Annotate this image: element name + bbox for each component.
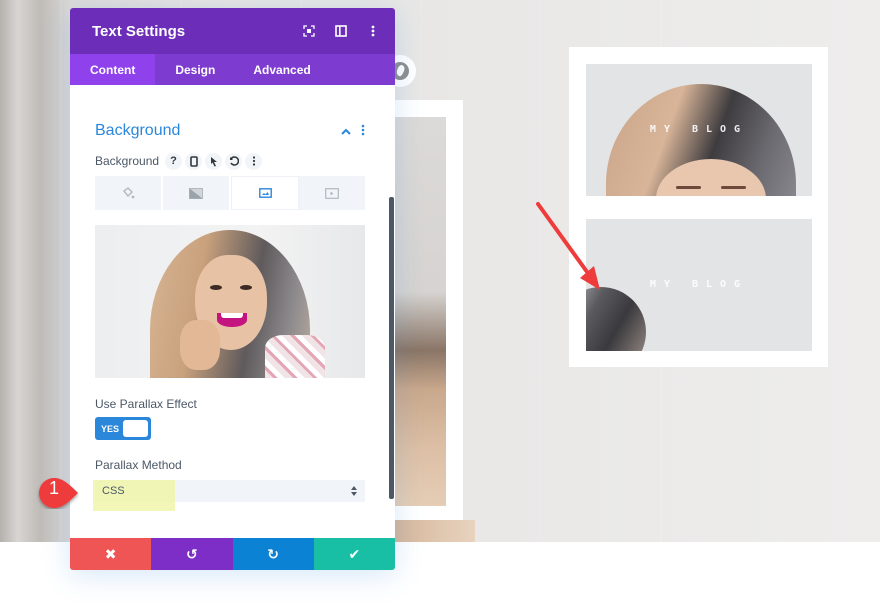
focus-icon[interactable] xyxy=(301,23,317,39)
reset-icon[interactable] xyxy=(225,152,243,170)
background-image-preview[interactable] xyxy=(95,225,365,378)
field-label: Background xyxy=(95,154,160,168)
blog-card: MY BLOG xyxy=(586,219,812,351)
image-icon xyxy=(258,188,272,198)
tab-content[interactable]: Content xyxy=(70,54,156,85)
more-vertical-icon[interactable] xyxy=(365,23,381,39)
preview-teeth xyxy=(221,313,243,318)
preview-hand xyxy=(180,320,220,370)
toggle-knob xyxy=(123,420,148,437)
blog-card: MY BLOG xyxy=(586,64,812,196)
tab-design[interactable]: Design xyxy=(155,54,235,85)
parallax-method-select[interactable]: CSS xyxy=(93,480,365,511)
blog-title: MY BLOG xyxy=(649,279,749,290)
preview-eye xyxy=(240,285,252,290)
help-icon[interactable]: ? xyxy=(165,152,183,170)
background-type-tabs xyxy=(95,176,365,210)
video-icon xyxy=(325,187,339,199)
group-title: Background xyxy=(95,122,181,139)
eyebrow xyxy=(676,186,701,189)
annotation-arrow-icon xyxy=(536,202,600,290)
more-vertical-icon[interactable] xyxy=(361,123,365,139)
preview-eye xyxy=(210,285,222,290)
parallax-method-label: Parallax Method xyxy=(95,458,182,472)
redo-button[interactable]: ↻ xyxy=(232,538,314,570)
save-button[interactable]: ✔ xyxy=(313,538,395,570)
gradient-icon xyxy=(189,187,203,199)
preview-top xyxy=(265,335,325,378)
mobile-icon[interactable] xyxy=(185,152,203,170)
select-value: CSS xyxy=(102,485,125,497)
panel-body: Background Background ? Use Parallax Eff… xyxy=(70,119,395,570)
paint-bucket-icon xyxy=(123,187,135,199)
parallax-effect-toggle[interactable]: YES xyxy=(95,417,151,440)
bg-tab-color[interactable] xyxy=(95,176,163,210)
panel-scrollbar[interactable] xyxy=(389,197,394,499)
close-icon: ✖ xyxy=(104,545,117,562)
settings-panel: Text Settings Content Design Advanced Ba… xyxy=(70,8,395,570)
tab-advanced[interactable]: Advanced xyxy=(235,54,330,85)
select-arrows-icon xyxy=(351,486,357,496)
step-badge-icon xyxy=(39,478,78,508)
step-number: 1 xyxy=(48,478,59,498)
undo-button[interactable]: ↺ xyxy=(151,538,233,570)
background-toggle-header[interactable]: Background xyxy=(95,119,365,143)
redo-icon: ↻ xyxy=(267,545,279,562)
bg-tab-image[interactable] xyxy=(231,176,299,210)
bg-tab-video[interactable] xyxy=(299,176,365,210)
parallax-effect-label: Use Parallax Effect xyxy=(95,397,197,411)
background-field-label-row: Background ? xyxy=(95,152,365,170)
undo-icon: ↺ xyxy=(186,545,198,562)
eyebrow xyxy=(721,186,746,189)
bg-tab-gradient[interactable] xyxy=(163,176,231,210)
discard-button[interactable]: ✖ xyxy=(70,538,152,570)
toggle-value: YES xyxy=(101,423,120,434)
panel-title: Text Settings xyxy=(92,22,186,40)
panel-footer: ✖ ↺ ↻ ✔ xyxy=(70,538,395,570)
pointer-icon[interactable] xyxy=(205,152,223,170)
check-icon: ✔ xyxy=(348,545,361,562)
split-view-icon[interactable] xyxy=(333,23,349,39)
panel-header: Text Settings xyxy=(70,8,395,54)
hair-image xyxy=(586,287,646,351)
more-vertical-icon[interactable] xyxy=(245,152,263,170)
panel-tabs: Content Design Advanced xyxy=(70,54,395,85)
hair-strip xyxy=(395,520,475,542)
blog-title: MY BLOG xyxy=(649,124,749,135)
chevron-up-icon[interactable] xyxy=(341,124,351,138)
